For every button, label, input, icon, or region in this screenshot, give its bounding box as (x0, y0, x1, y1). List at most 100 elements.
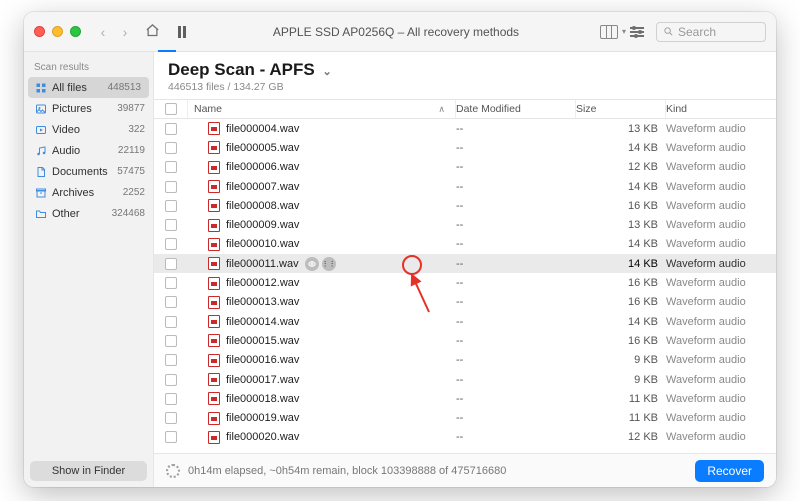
row-checkbox[interactable] (165, 238, 177, 250)
row-checkbox[interactable] (165, 181, 177, 193)
wav-file-icon (208, 180, 220, 193)
row-checkbox[interactable] (165, 296, 177, 308)
row-checkbox[interactable] (165, 142, 177, 154)
sidebar-item-label: Audio (52, 145, 118, 157)
date-modified-cell: -- (456, 142, 576, 154)
file-name-cell: file000014.wav (188, 315, 456, 328)
wav-file-icon (208, 199, 220, 212)
kind-cell: Waveform audio (666, 296, 776, 308)
column-header-kind[interactable]: Kind (666, 100, 776, 118)
show-in-finder-button[interactable]: Show in Finder (30, 461, 147, 481)
table-row[interactable]: file000005.wav--14 KBWaveform audio (154, 138, 776, 157)
sidebar-item-archives[interactable]: Archives2252 (24, 182, 153, 203)
column-header-size[interactable]: Size (576, 100, 666, 118)
wav-file-icon (208, 122, 220, 135)
file-name-cell: file000015.wav (188, 334, 456, 347)
table-row[interactable]: file000020.wav--12 KBWaveform audio (154, 428, 776, 447)
sidebar-item-audio[interactable]: Audio22119 (24, 140, 153, 161)
kind-cell: Waveform audio (666, 412, 776, 424)
sidebar-item-documents[interactable]: Documents57475 (24, 161, 153, 182)
file-name-cell: file000009.wav (188, 219, 456, 232)
size-cell: 16 KB (576, 200, 666, 212)
file-name: file000005.wav (226, 142, 299, 154)
column-header-name[interactable]: Name ∧ (188, 100, 456, 118)
hex-view-button[interactable]: ⋮⋮ (322, 257, 336, 271)
date-modified-cell: -- (456, 123, 576, 135)
sidebar-item-video[interactable]: Video322 (24, 119, 153, 140)
table-row[interactable]: file000016.wav--9 KBWaveform audio (154, 351, 776, 370)
row-checkbox[interactable] (165, 200, 177, 212)
scan-title[interactable]: Deep Scan - APFS ⌄ (168, 60, 762, 80)
table-row[interactable]: file000015.wav--16 KBWaveform audio (154, 331, 776, 350)
zoom-window-button[interactable] (70, 26, 81, 37)
row-checkbox[interactable] (165, 161, 177, 173)
sidebar-heading: Scan results (24, 58, 153, 77)
size-cell: 14 KB (576, 258, 666, 270)
table-row[interactable]: file000004.wav--13 KBWaveform audio (154, 119, 776, 138)
recover-button[interactable]: Recover (695, 460, 764, 482)
row-checkbox[interactable] (165, 219, 177, 231)
date-modified-cell: -- (456, 412, 576, 424)
pie-chart-icon[interactable]: ▾ (600, 25, 618, 39)
file-name-cell: file000018.wav (188, 392, 456, 405)
table-row[interactable]: file000010.wav--14 KBWaveform audio (154, 235, 776, 254)
table-row[interactable]: file000019.wav--11 KBWaveform audio (154, 408, 776, 427)
row-checkbox[interactable] (165, 123, 177, 135)
folder-icon (34, 208, 48, 220)
date-modified-cell: -- (456, 335, 576, 347)
kind-cell: Waveform audio (666, 123, 776, 135)
sidebar-item-label: Archives (52, 187, 123, 199)
date-modified-cell: -- (456, 219, 576, 231)
column-header-date[interactable]: Date Modified (456, 100, 576, 118)
table-row[interactable]: file000011.wav⋮⋮--14 KBWaveform audio (154, 254, 776, 273)
archive-icon (34, 187, 48, 199)
column-label: Name (194, 103, 222, 115)
wav-file-icon (208, 431, 220, 444)
kind-cell: Waveform audio (666, 238, 776, 250)
row-checkbox[interactable] (165, 393, 177, 405)
pause-scan-button[interactable] (172, 26, 192, 38)
table-row[interactable]: file000018.wav--11 KBWaveform audio (154, 389, 776, 408)
sidebar-item-count: 448513 (108, 82, 141, 93)
video-icon (34, 124, 48, 136)
size-cell: 14 KB (576, 238, 666, 250)
sidebar-item-pictures[interactable]: Pictures39877 (24, 98, 153, 119)
date-modified-cell: -- (456, 354, 576, 366)
table-row[interactable]: file000009.wav--13 KBWaveform audio (154, 215, 776, 234)
search-field[interactable]: Search (656, 22, 766, 42)
home-button[interactable] (145, 23, 160, 41)
table-row[interactable]: file000006.wav--12 KBWaveform audio (154, 158, 776, 177)
nav-forward-button[interactable]: › (117, 24, 133, 40)
row-checkbox[interactable] (165, 374, 177, 386)
row-checkbox[interactable] (165, 316, 177, 328)
table-row[interactable]: file000012.wav--16 KBWaveform audio (154, 273, 776, 292)
file-name: file000009.wav (226, 219, 299, 231)
minimize-window-button[interactable] (52, 26, 63, 37)
select-all-checkbox[interactable] (165, 103, 177, 115)
table-row[interactable]: file000014.wav--14 KBWaveform audio (154, 312, 776, 331)
size-cell: 16 KB (576, 335, 666, 347)
window-title: APPLE SSD AP0256Q – All recovery methods (198, 25, 594, 39)
size-cell: 13 KB (576, 219, 666, 231)
sidebar-item-all-files[interactable]: All files448513 (28, 77, 149, 98)
date-modified-cell: -- (456, 393, 576, 405)
row-checkbox[interactable] (165, 258, 177, 270)
table-row[interactable]: file000008.wav--16 KBWaveform audio (154, 196, 776, 215)
row-checkbox[interactable] (165, 412, 177, 424)
row-checkbox[interactable] (165, 277, 177, 289)
table-row[interactable]: file000007.wav--14 KBWaveform audio (154, 177, 776, 196)
table-row[interactable]: file000017.wav--9 KBWaveform audio (154, 370, 776, 389)
row-checkbox[interactable] (165, 431, 177, 443)
filter-settings-button[interactable] (630, 27, 644, 37)
file-name-cell: file000010.wav (188, 238, 456, 251)
close-window-button[interactable] (34, 26, 45, 37)
preview-button[interactable] (305, 257, 319, 271)
nav-back-button[interactable]: ‹ (95, 24, 111, 40)
row-checkbox[interactable] (165, 335, 177, 347)
sidebar-item-other[interactable]: Other324468 (24, 203, 153, 224)
sidebar-item-count: 324468 (112, 208, 145, 219)
table-row[interactable]: file000013.wav--16 KBWaveform audio (154, 293, 776, 312)
table-header: Name ∧ Date Modified Size Kind (154, 99, 776, 119)
row-checkbox[interactable] (165, 354, 177, 366)
file-name: file000004.wav (226, 123, 299, 135)
